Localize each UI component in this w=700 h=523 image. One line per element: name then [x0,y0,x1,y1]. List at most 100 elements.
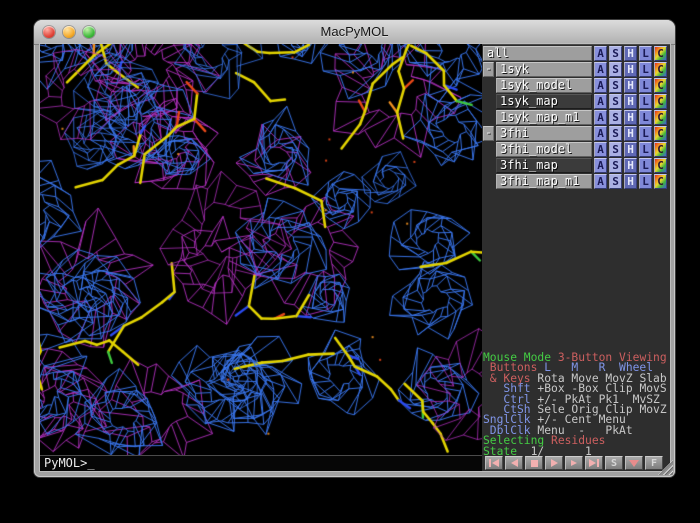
action-s-button[interactable]: S [609,62,622,77]
action-c-button[interactable]: C [654,110,667,125]
action-a-button[interactable]: A [594,78,607,93]
sq-icon [531,460,538,467]
object-row: 1syk_mapASHLC [483,94,669,109]
viewport-3d[interactable] [40,44,482,456]
indent-spacer [483,142,496,157]
action-a-button[interactable]: A [594,142,607,157]
td-icon [629,460,639,467]
step-forward-button[interactable] [565,456,583,470]
collapse-button[interactable]: - [483,62,494,77]
indent-spacer [483,78,496,93]
bar-icon [489,459,491,467]
tr-icon [551,459,558,467]
object-name-button[interactable]: 1syk_model [496,78,592,93]
action-c-button[interactable]: C [654,126,667,141]
object-list: allASHLC-1sykASHLC1syk_modelASHLC1syk_ma… [483,46,669,190]
object-name-button[interactable]: 1syk_map [496,94,592,109]
stop-button[interactable] [525,456,543,470]
object-row: 1syk_modelASHLC [483,78,669,93]
action-h-button[interactable]: H [624,142,637,157]
title-bar[interactable]: MacPyMOL [34,20,675,45]
tl-icon [492,459,499,467]
action-s-button[interactable]: S [609,110,622,125]
indent-spacer [483,174,496,189]
screen: MacPyMOL PyMOL>_ allASHLC-1sykASHLC1syk_… [0,0,700,523]
object-row: allASHLC [483,46,669,61]
action-s-button[interactable]: S [609,158,622,173]
action-c-button[interactable]: C [654,174,667,189]
action-l-button[interactable]: L [639,174,652,189]
action-l-button[interactable]: L [639,142,652,157]
object-row: -3fhiASHLC [483,126,669,141]
side-panel: allASHLC-1sykASHLC1syk_modelASHLC1syk_ma… [482,44,670,471]
action-h-button[interactable]: H [624,126,637,141]
go-to-end-button[interactable] [585,456,603,470]
object-row: 3fhi_mapASHLC [483,158,669,173]
command-line-input[interactable]: PyMOL>_ [40,455,482,471]
bar-icon [597,459,599,467]
indent-spacer [483,94,496,109]
action-a-button[interactable]: A [594,62,607,77]
action-s-button[interactable]: S [609,94,622,109]
action-a-button[interactable]: A [594,158,607,173]
action-h-button[interactable]: H [624,174,637,189]
trs-icon [571,460,577,466]
object-row: 3fhi_modelASHLC [483,142,669,157]
action-a-button[interactable]: A [594,46,607,61]
action-s-button[interactable]: S [609,126,622,141]
action-s-button[interactable]: S [609,46,622,61]
action-l-button[interactable]: L [639,110,652,125]
tl-icon [511,459,518,467]
action-s-button[interactable]: S [609,78,622,93]
action-h-button[interactable]: H [624,158,637,173]
indent-spacer [483,158,496,173]
object-name-button[interactable]: 3fhi_map [496,158,592,173]
play-button[interactable] [545,456,563,470]
action-h-button[interactable]: H [624,62,637,77]
action-c-button[interactable]: C [654,78,667,93]
go-to-start-button[interactable] [485,456,503,470]
tr-icon [589,459,596,467]
action-c-button[interactable]: C [654,94,667,109]
playback-bar: SF [482,455,670,471]
action-l-button[interactable]: L [639,126,652,141]
action-a-button[interactable]: A [594,126,607,141]
action-h-button[interactable]: H [624,46,637,61]
object-name-button[interactable]: 3fhi_map_m1 [496,174,592,189]
object-name-button[interactable]: all [483,46,592,61]
action-s-button[interactable]: S [609,174,622,189]
object-row: -1sykASHLC [483,62,669,77]
s-button[interactable]: S [605,456,623,470]
action-l-button[interactable]: L [639,78,652,93]
fullscreen-button[interactable]: F [645,456,663,470]
action-a-button[interactable]: A [594,94,607,109]
object-row: 3fhi_map_m1ASHLC [483,174,669,189]
action-l-button[interactable]: L [639,94,652,109]
action-c-button[interactable]: C [654,158,667,173]
object-name-button[interactable]: 1syk [496,62,592,77]
action-l-button[interactable]: L [639,46,652,61]
window-title: MacPyMOL [34,24,675,39]
action-c-button[interactable]: C [654,46,667,61]
action-a-button[interactable]: A [594,110,607,125]
step-back-button[interactable] [505,456,523,470]
object-name-button[interactable]: 1syk_map_m1 [496,110,592,125]
indent-spacer [483,110,496,125]
collapse-button[interactable]: - [483,126,494,141]
mouse-mode-panel: Mouse Mode 3-Button Viewing Buttons L M … [483,353,667,457]
window-content: PyMOL>_ allASHLC-1sykASHLC1syk_modelASHL… [40,44,670,471]
action-l-button[interactable]: L [639,158,652,173]
action-h-button[interactable]: H [624,78,637,93]
object-row: 1syk_map_m1ASHLC [483,110,669,125]
menu-arrow-button[interactable] [625,456,643,470]
action-c-button[interactable]: C [654,142,667,157]
action-h-button[interactable]: H [624,110,637,125]
object-name-button[interactable]: 3fhi_model [496,142,592,157]
action-s-button[interactable]: S [609,142,622,157]
action-h-button[interactable]: H [624,94,637,109]
action-a-button[interactable]: A [594,174,607,189]
action-l-button[interactable]: L [639,62,652,77]
macpymol-window: MacPyMOL PyMOL>_ allASHLC-1sykASHLC1syk_… [34,20,675,477]
object-name-button[interactable]: 3fhi [496,126,592,141]
action-c-button[interactable]: C [654,62,667,77]
